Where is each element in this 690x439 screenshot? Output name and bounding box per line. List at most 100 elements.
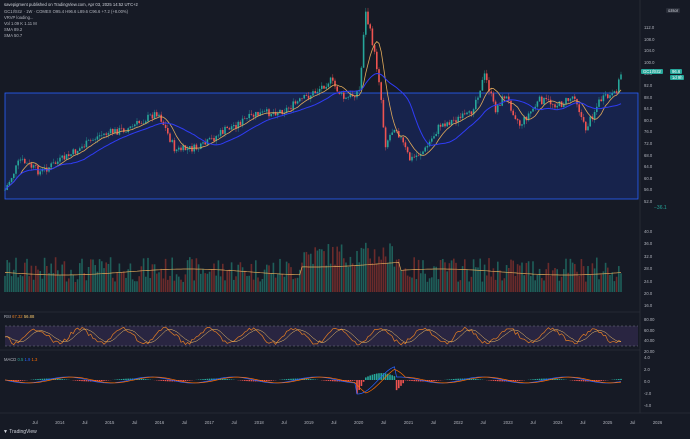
candle-body bbox=[552, 104, 554, 105]
volume-bar bbox=[448, 263, 451, 292]
candle-body bbox=[389, 134, 391, 141]
volume-bar bbox=[321, 249, 323, 292]
candle-body bbox=[72, 149, 74, 155]
vol-axis-tick: 32.0 bbox=[644, 253, 653, 259]
volume-bar bbox=[266, 264, 268, 292]
candle-body bbox=[593, 112, 596, 120]
volume-bar bbox=[510, 259, 512, 292]
macd-hist-bar bbox=[61, 379, 63, 380]
macd-hist-bar bbox=[534, 379, 536, 380]
macd-hist-bar bbox=[292, 378, 294, 380]
candle-body bbox=[142, 123, 145, 124]
volume-bar bbox=[367, 248, 369, 292]
candle-body bbox=[453, 119, 455, 121]
volume-bar bbox=[444, 262, 446, 292]
volume-bar bbox=[37, 269, 39, 292]
macd-hist-bar bbox=[373, 374, 376, 380]
volume-bar bbox=[369, 258, 371, 292]
candle-body bbox=[329, 77, 332, 84]
volume-bar bbox=[252, 279, 255, 292]
candle-body bbox=[314, 91, 316, 93]
price-chart[interactable] bbox=[0, 0, 690, 439]
macd-hist-bar bbox=[367, 376, 369, 380]
candle-body bbox=[103, 133, 105, 135]
candle-body bbox=[182, 145, 184, 151]
candle-body bbox=[87, 140, 90, 141]
macd-hist-bar bbox=[145, 379, 147, 380]
macd-axis-tick: 2.0 bbox=[644, 367, 650, 372]
macd-hist-bar bbox=[105, 380, 107, 381]
macd-hist-bar bbox=[19, 380, 22, 381]
macd-hist-bar bbox=[325, 380, 327, 381]
volume-bar bbox=[195, 258, 198, 292]
time-tick: 2019 bbox=[304, 420, 314, 425]
volume-bar bbox=[466, 269, 468, 292]
macd-title: MACD bbox=[4, 357, 17, 362]
candle-body bbox=[101, 134, 103, 136]
volume-bar bbox=[413, 257, 415, 292]
candle-body bbox=[241, 118, 244, 126]
volume-bar bbox=[107, 263, 110, 292]
macd-hist-bar bbox=[116, 379, 118, 380]
volume-bar bbox=[558, 280, 561, 292]
candle-body bbox=[332, 77, 334, 81]
macd-hist-bar bbox=[576, 380, 578, 381]
macd-hist-bar bbox=[472, 378, 475, 380]
volume-bar bbox=[488, 258, 490, 292]
volume-bar bbox=[272, 262, 275, 292]
volume-bar bbox=[59, 275, 61, 292]
volume-bar bbox=[598, 279, 600, 292]
volume-bar bbox=[552, 270, 554, 292]
volume-bar bbox=[457, 281, 459, 292]
volume-bar bbox=[162, 278, 165, 292]
candle-body bbox=[598, 99, 600, 107]
volume-bar bbox=[244, 270, 246, 292]
macd-hist-bar bbox=[74, 380, 77, 381]
macd-hist-bar bbox=[395, 380, 398, 391]
time-tick: 2023 bbox=[503, 420, 513, 425]
volume-bar bbox=[175, 274, 178, 292]
volume-bar bbox=[310, 253, 312, 292]
macd-signal-line bbox=[4, 369, 622, 394]
candle-body bbox=[426, 146, 429, 148]
volume-bar bbox=[508, 267, 510, 292]
volume-bar bbox=[327, 244, 330, 292]
candle-body bbox=[468, 111, 470, 113]
candle-body bbox=[354, 96, 356, 98]
macd-hist-bar bbox=[400, 380, 402, 386]
candle-body bbox=[26, 163, 28, 164]
volume-bar bbox=[613, 281, 616, 292]
macd-hist-bar bbox=[327, 380, 330, 381]
volume-bar bbox=[521, 262, 523, 292]
candle-body bbox=[195, 144, 198, 150]
volume-bar bbox=[235, 276, 237, 292]
candle-body bbox=[149, 114, 151, 116]
volume-bar bbox=[241, 267, 244, 292]
candle-body bbox=[235, 125, 237, 129]
candle-body bbox=[202, 142, 204, 144]
candle-body bbox=[63, 155, 66, 160]
time-tick: Jul bbox=[82, 420, 88, 425]
macd-hist-bar bbox=[582, 380, 585, 382]
rsi-band bbox=[5, 326, 638, 346]
macd-legend: MACD 0.5 1.9 1.3 bbox=[4, 357, 37, 362]
candle-body bbox=[567, 98, 569, 101]
candle-body bbox=[483, 73, 486, 80]
candle-body bbox=[345, 97, 347, 99]
candle-body bbox=[217, 135, 220, 137]
candle-body bbox=[589, 116, 591, 127]
candle-body bbox=[281, 109, 283, 115]
volume-bar bbox=[30, 265, 33, 292]
volume-bar bbox=[365, 242, 367, 292]
volume-bar bbox=[519, 265, 521, 292]
time-tick: Jul bbox=[231, 420, 237, 425]
volume-bar bbox=[433, 266, 435, 292]
volume-bar bbox=[72, 274, 74, 292]
volume-bar bbox=[281, 274, 283, 292]
candle-body bbox=[578, 104, 580, 113]
rsi-axis-tick: 80.00 bbox=[644, 317, 655, 322]
volume-bar bbox=[173, 280, 176, 292]
candle-body bbox=[479, 90, 481, 98]
macd-hist-bar bbox=[497, 380, 499, 382]
volume-bar bbox=[184, 274, 187, 292]
